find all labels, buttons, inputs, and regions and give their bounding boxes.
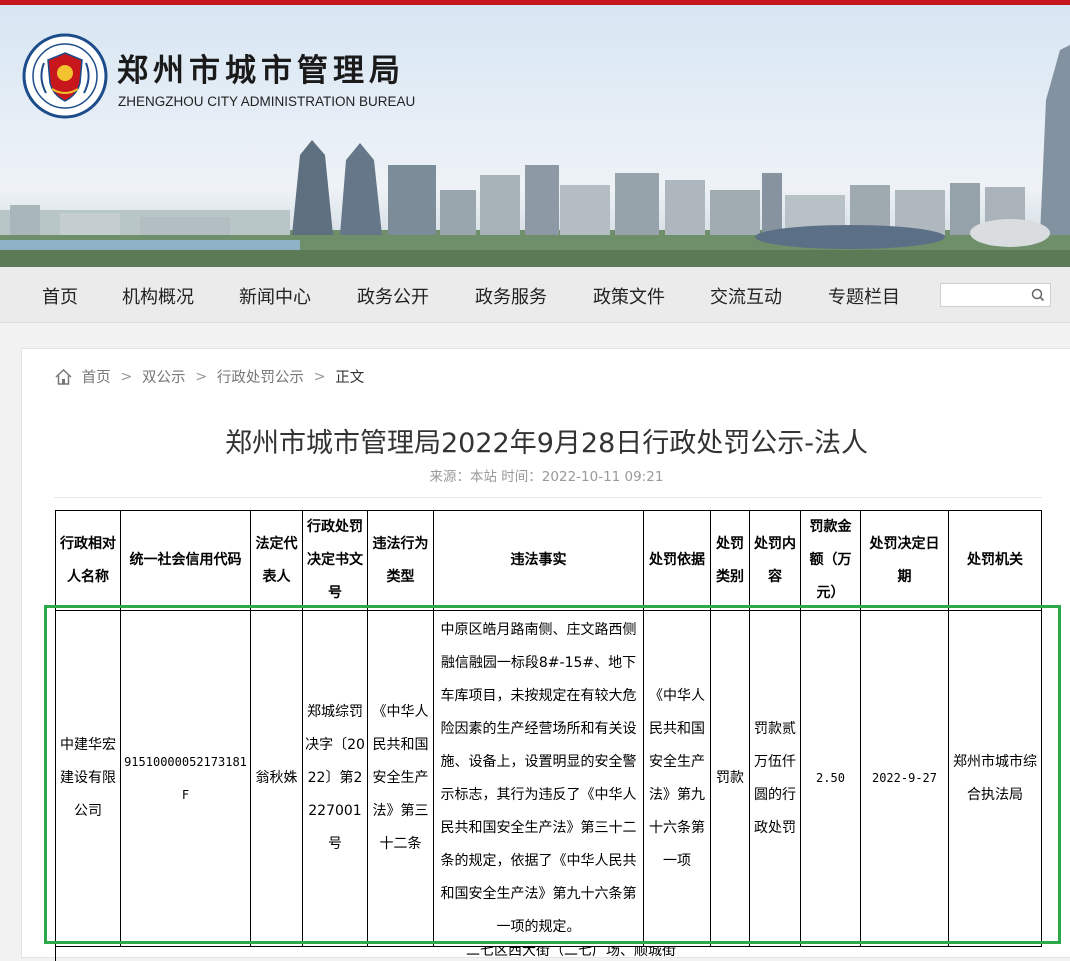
article-meta: 来源：本站 时间：2022-10-11 09:21	[429, 469, 664, 485]
table-header: 统一社会信用代码	[120, 510, 251, 611]
nav-item-news[interactable]: 新闻中心	[239, 283, 311, 309]
table-row: 二七区西大街（二七广场、顺城街	[55, 947, 1042, 961]
table-header: 行政相对人名称	[55, 510, 121, 611]
cell-violation-facts-partial: 二七区西大街（二七广场、顺城街	[466, 947, 676, 959]
table-header: 违法事实	[433, 510, 644, 611]
search-icon[interactable]	[1031, 288, 1045, 302]
cell-violation-facts: 中原区皓月路南侧、庄文路西侧融信融园一标段8#-15#、地下车库项目，未按规定在…	[433, 610, 644, 947]
nav-item-about[interactable]: 机构概况	[122, 283, 194, 309]
breadcrumb-separator: >	[195, 368, 208, 385]
breadcrumb-penalty-disclosure[interactable]: 行政处罚公示	[217, 370, 304, 386]
breadcrumb-separator: >	[313, 368, 326, 385]
cell-decision-date: 2022-9-27	[860, 610, 949, 947]
breadcrumb: 首页 > 双公示 > 行政处罚公示 > 正文	[54, 366, 364, 386]
nav-item-policy[interactable]: 政策文件	[593, 283, 665, 309]
search-input[interactable]	[944, 286, 1026, 306]
table-header: 处罚类别	[710, 510, 750, 611]
site-name: 郑州市城市管理局	[117, 53, 405, 89]
search-box	[940, 283, 1051, 307]
nav-item-interaction[interactable]: 交流互动	[710, 283, 782, 309]
breadcrumb-home[interactable]: 首页	[82, 370, 111, 386]
breadcrumb-dual-disclosure[interactable]: 双公示	[142, 370, 186, 386]
article-panel: 首页 > 双公示 > 行政处罚公示 > 正文 郑州市城市管理局2022年9月28…	[21, 348, 1070, 961]
cell-credit-code: 91510000052173181F	[120, 610, 251, 947]
title-divider	[54, 497, 1042, 498]
table-header: 违法行为类型	[367, 510, 434, 611]
table-header: 处罚依据	[643, 510, 711, 611]
table-header: 处罚决定日期	[860, 510, 949, 611]
cell-penalty-basis: 《中华人民共和国安全生产法》第九十六条第一项	[643, 610, 711, 947]
site-logo[interactable]: 郑州市城市管理局 ZHENGZHOU CITY ADMINISTRATION B…	[22, 33, 442, 128]
nav-item-topics[interactable]: 专题栏目	[828, 283, 900, 309]
shield-emblem-icon	[22, 33, 108, 119]
table-header: 处罚内容	[749, 510, 801, 611]
cell-legal-rep: 翁秋姝	[250, 610, 303, 947]
breadcrumb-separator: >	[120, 368, 133, 385]
main-nav: 首页 机构概况 新闻中心 政务公开 政务服务 政策文件 交流互动 专题栏目	[0, 267, 1070, 323]
cell-doc-number: 郑城综罚决字〔2022〕第2227001号	[302, 610, 368, 947]
cell-penalty-content: 罚款贰万伍仟圆的行政处罚	[749, 610, 801, 947]
home-icon	[55, 368, 72, 385]
site-name-en: ZHENGZHOU CITY ADMINISTRATION BUREAU	[118, 94, 416, 109]
cell-penalty-category: 罚款	[710, 610, 750, 947]
cell-violation-type: 《中华人民共和国安全生产法》第三十二条	[367, 610, 434, 947]
cell-party-name: 中建华宏建设有限公司	[55, 610, 121, 947]
table-header: 法定代表人	[250, 510, 303, 611]
header-banner: 郑州市城市管理局 ZHENGZHOU CITY ADMINISTRATION B…	[0, 5, 1070, 267]
table-header: 罚款金额（万元）	[800, 510, 861, 611]
nav-item-services[interactable]: 政务服务	[475, 283, 547, 309]
cell-authority: 郑州市城市综合执法局	[948, 610, 1042, 947]
table-header: 行政处罚决定书文号	[302, 510, 368, 611]
nav-item-home[interactable]: 首页	[42, 283, 78, 309]
article-title: 郑州市城市管理局2022年9月28日行政处罚公示-法人	[225, 428, 868, 459]
table-row: 中建华宏建设有限公司 91510000052173181F 翁秋姝 郑城综罚决字…	[55, 610, 1042, 947]
table-header: 处罚机关	[948, 510, 1042, 611]
cell-fine-amount: 2.50	[800, 610, 861, 947]
table-header-row: 行政相对人名称 统一社会信用代码 法定代表人 行政处罚决定书文号 违法行为类型 …	[55, 510, 1042, 611]
penalty-table: 行政相对人名称 统一社会信用代码 法定代表人 行政处罚决定书文号 违法行为类型 …	[55, 510, 1042, 947]
breadcrumb-current: 正文	[335, 370, 365, 386]
nav-item-gov-affairs[interactable]: 政务公开	[357, 283, 429, 309]
